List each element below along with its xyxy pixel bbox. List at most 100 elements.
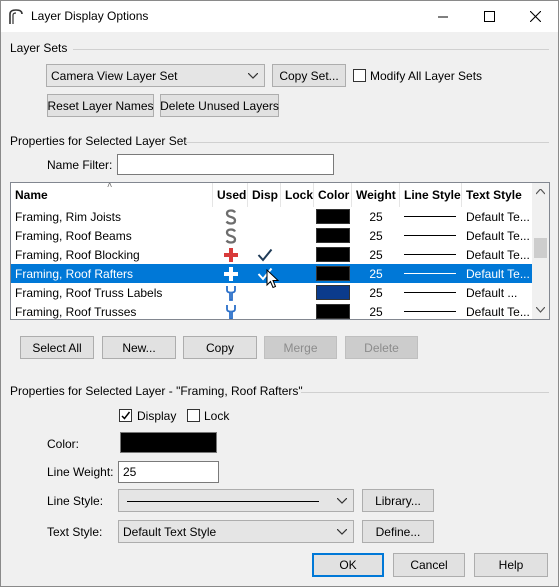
scroll-down-icon[interactable] (536, 307, 545, 313)
display-toggle-cell[interactable] (248, 226, 281, 245)
ok-button[interactable]: OK (312, 553, 384, 577)
divider (73, 49, 549, 50)
layer-name-cell: Framing, Roof Blocking (15, 247, 140, 262)
library-button[interactable]: Library... (362, 489, 434, 512)
text-style-cell[interactable]: Default Te... (466, 302, 533, 319)
dialog-window: Layer Display Options Layer Sets Camera … (0, 0, 559, 587)
table-header: ˄ Name Used Disp Lock Color Weight Line … (11, 183, 533, 207)
display-toggle-cell[interactable] (248, 302, 281, 319)
text-style-cell[interactable]: Default Te... (466, 226, 533, 245)
name-filter-input[interactable] (117, 154, 334, 175)
delete-layer-button[interactable]: Delete (345, 336, 418, 359)
weight-cell[interactable]: 25 (352, 302, 400, 319)
lock-toggle-cell[interactable] (281, 264, 314, 283)
column-header-disp[interactable]: Disp (248, 183, 281, 207)
lock-toggle-cell[interactable] (281, 302, 314, 319)
select-all-button[interactable]: Select All (20, 336, 94, 359)
text-style-cell[interactable]: Default Te... (466, 207, 533, 226)
copy-set-button[interactable]: Copy Set... (272, 64, 346, 87)
properties-layer-group-label: Properties for Selected Layer - "Framing… (10, 384, 303, 398)
app-arch-icon (9, 9, 23, 24)
table-row[interactable]: Framing, Rim Joists 25 Default Te... (11, 207, 533, 226)
properties-set-group-label: Properties for Selected Layer Set (10, 134, 187, 148)
color-swatch[interactable] (316, 304, 350, 319)
lock-toggle-cell[interactable] (281, 245, 314, 264)
copy-layer-button[interactable]: Copy (183, 336, 257, 359)
plus-icon[interactable] (213, 245, 248, 264)
line-style-preview[interactable] (404, 254, 456, 255)
line-style-preview[interactable] (404, 216, 456, 217)
layer-name-cell: Framing, Roof Beams (15, 228, 132, 243)
color-swatch[interactable] (316, 228, 350, 243)
checkmark-icon (257, 248, 272, 262)
table-scrollbar[interactable] (532, 183, 549, 319)
divider (301, 392, 549, 393)
close-button[interactable] (512, 1, 558, 32)
display-checkbox[interactable] (119, 409, 132, 422)
s-icon[interactable] (213, 226, 248, 245)
display-toggle-cell[interactable] (248, 245, 281, 264)
weight-cell[interactable]: 25 (352, 226, 400, 245)
text-style-combo[interactable]: Default Text Style (118, 520, 354, 543)
line-style-preview[interactable] (404, 235, 456, 236)
line-style-preview[interactable] (404, 311, 456, 312)
color-label: Color: (47, 437, 80, 451)
weight-cell[interactable]: 25 (352, 283, 400, 302)
merge-button[interactable]: Merge (264, 336, 337, 359)
reset-layer-names-button[interactable]: Reset Layer Names (47, 94, 154, 117)
column-header-text-style[interactable]: Text Style (462, 183, 533, 207)
column-header-weight[interactable]: Weight (352, 183, 400, 207)
text-style-cell[interactable]: Default Te... (466, 245, 533, 264)
display-toggle-cell[interactable] (248, 207, 281, 226)
wrench-icon[interactable] (213, 302, 248, 319)
table-row[interactable]: Framing, Roof Blocking 25 Default Te... (11, 245, 533, 264)
table-row[interactable]: Framing, Roof Beams 25 Default Te... (11, 226, 533, 245)
modify-all-checkbox[interactable] (353, 69, 366, 82)
line-style-preview[interactable] (404, 292, 456, 293)
display-label: Display (137, 409, 177, 423)
scrollbar-thumb[interactable] (534, 238, 547, 258)
chevron-down-icon (337, 497, 347, 504)
weight-cell[interactable]: 25 (352, 207, 400, 226)
text-style-cell[interactable]: Default Te... (466, 264, 533, 283)
lock-checkbox[interactable] (187, 409, 200, 422)
color-swatch-button[interactable] (120, 432, 217, 453)
line-style-label: Line Style: (47, 494, 104, 508)
lock-toggle-cell[interactable] (281, 226, 314, 245)
column-header-name[interactable]: Name (11, 183, 213, 207)
mouse-cursor-icon (266, 269, 280, 289)
color-swatch[interactable] (316, 266, 350, 281)
table-row[interactable]: Framing, Roof Trusses 25 Default Te... (11, 302, 533, 319)
weight-cell[interactable]: 25 (352, 245, 400, 264)
text-style-label: Text Style: (47, 525, 103, 539)
line-style-combo[interactable] (118, 489, 354, 512)
line-style-preview[interactable] (404, 273, 456, 274)
color-swatch[interactable] (316, 209, 350, 224)
column-header-lock[interactable]: Lock (281, 183, 314, 207)
lock-toggle-cell[interactable] (281, 283, 314, 302)
define-button[interactable]: Define... (362, 520, 434, 543)
text-style-cell[interactable]: Default ... (466, 283, 533, 302)
lock-toggle-cell[interactable] (281, 207, 314, 226)
scroll-up-icon[interactable] (536, 189, 545, 195)
layer-set-combo[interactable]: Camera View Layer Set (46, 64, 265, 87)
close-icon (529, 11, 541, 22)
s-icon[interactable] (213, 207, 248, 226)
new-layer-button[interactable]: New... (102, 336, 176, 359)
column-header-line-style[interactable]: Line Style (400, 183, 462, 207)
color-swatch[interactable] (316, 285, 350, 300)
column-header-color[interactable]: Color (314, 183, 352, 207)
layer-sets-group-label: Layer Sets (10, 41, 68, 55)
maximize-button[interactable] (466, 1, 512, 32)
color-swatch[interactable] (316, 247, 350, 262)
layer-name-cell: Framing, Roof Trusses (15, 304, 137, 319)
column-header-used[interactable]: Used (213, 183, 248, 207)
delete-unused-layers-button[interactable]: Delete Unused Layers (160, 94, 279, 117)
line-weight-input[interactable]: 25 (118, 461, 219, 483)
plus-icon[interactable] (213, 264, 248, 283)
help-button[interactable]: Help (474, 553, 548, 577)
cancel-button[interactable]: Cancel (393, 553, 465, 577)
weight-cell[interactable]: 25 (352, 264, 400, 283)
wrench-icon[interactable] (213, 283, 248, 302)
minimize-button[interactable] (420, 1, 466, 32)
